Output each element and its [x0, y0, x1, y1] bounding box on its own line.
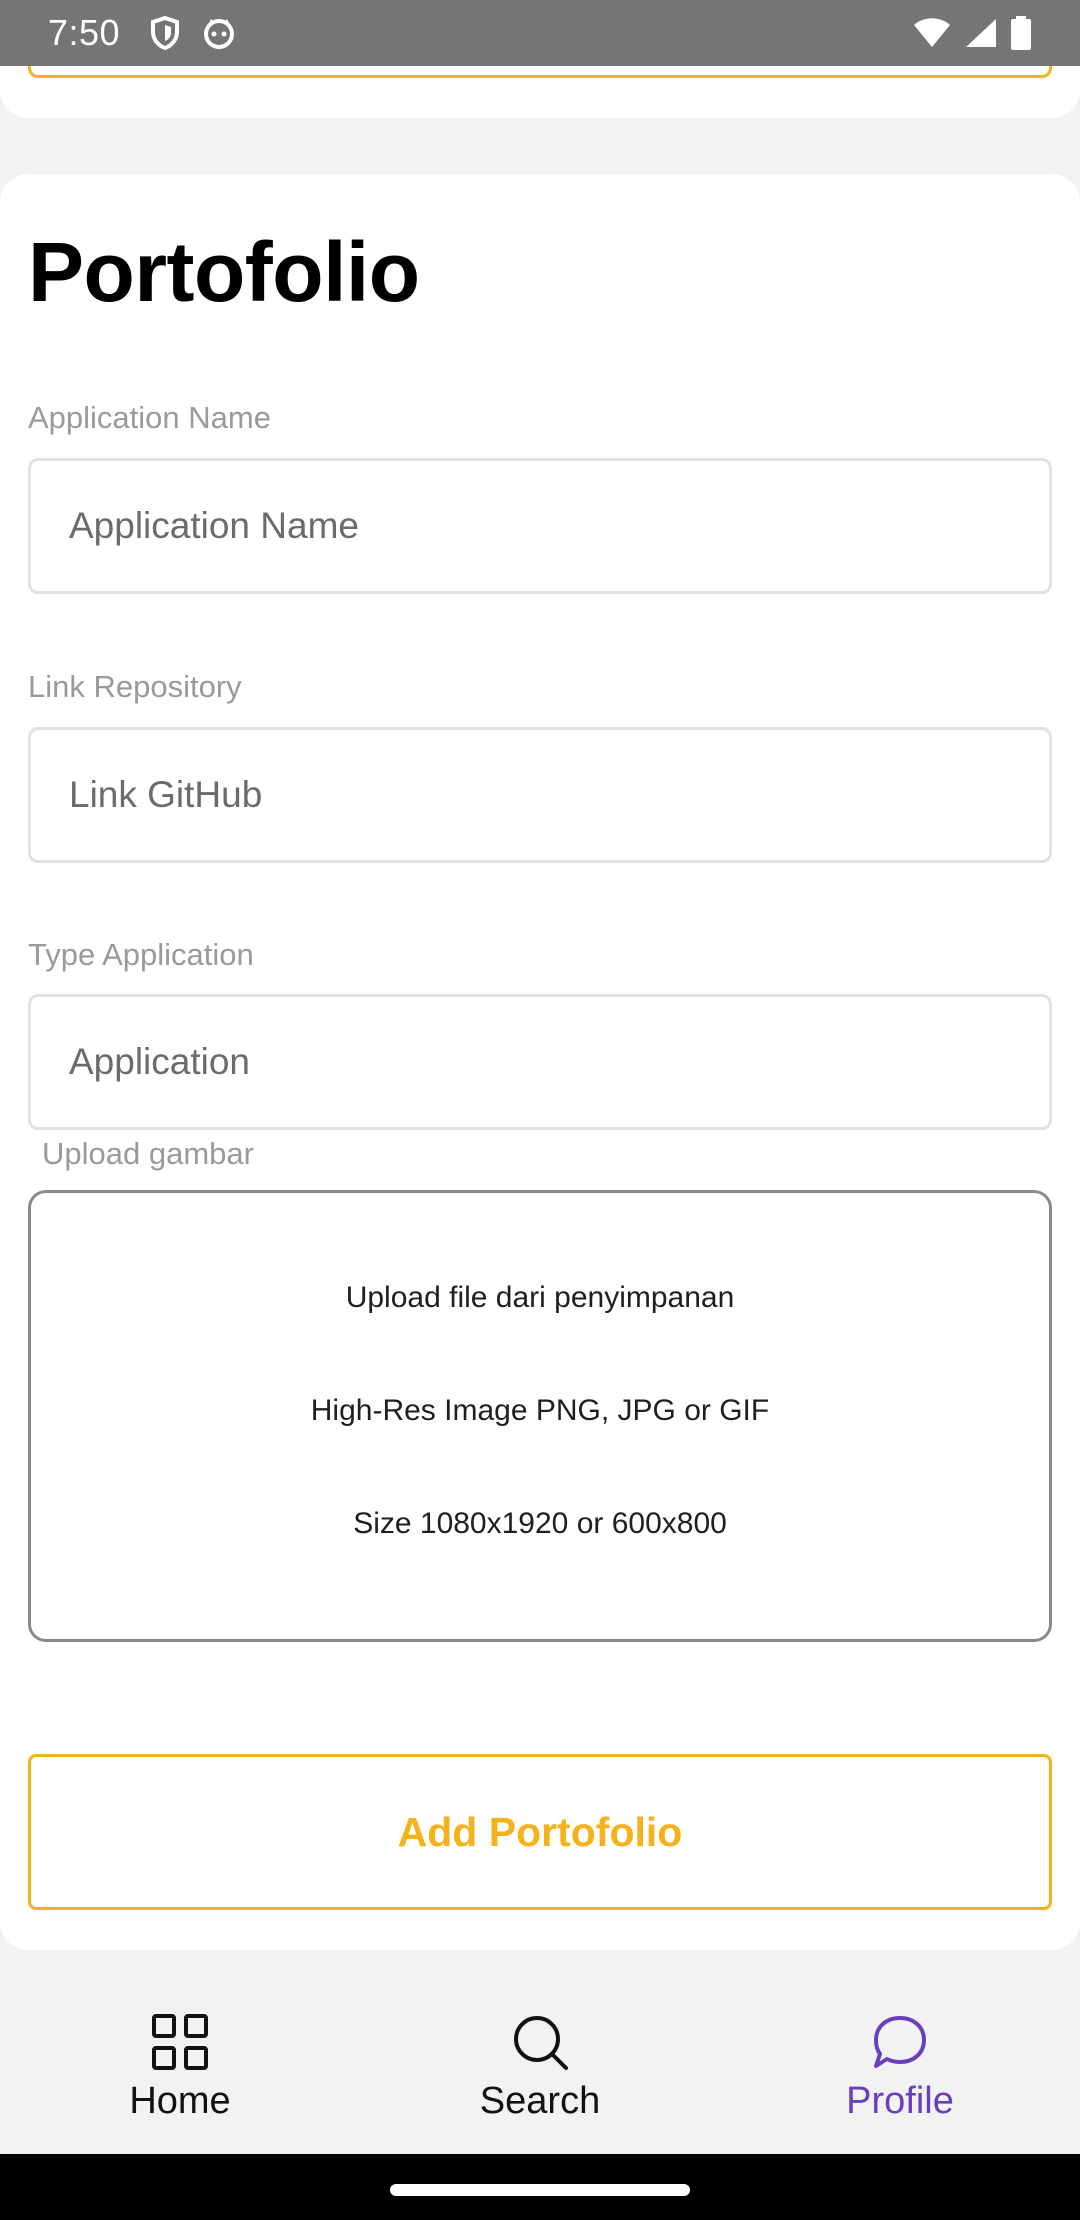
gesture-bar-area — [0, 2154, 1080, 2220]
nav-item-search[interactable]: Search — [360, 1952, 720, 2154]
add-portfolio-button[interactable]: Add Portofolio — [28, 1754, 1052, 1910]
battery-icon — [1010, 16, 1032, 50]
upload-size-hint: Size 1080x1920 or 600x800 — [353, 1507, 727, 1540]
home-gesture-handle[interactable] — [390, 2184, 690, 2196]
repo-link-label: Link Repository — [28, 669, 242, 704]
signal-icon — [964, 17, 998, 49]
status-bar: 7:50 — [0, 0, 1080, 66]
cat-face-icon — [202, 17, 236, 49]
upload-label: Upload gambar — [42, 1136, 254, 1171]
nav-label-profile: Profile — [846, 2080, 954, 2122]
search-icon — [510, 2012, 570, 2072]
chat-bubble-icon — [870, 2012, 930, 2072]
previous-section-card — [0, 66, 1080, 118]
portfolio-card: Portofolio Application Name Link Reposit… — [0, 174, 1080, 1950]
page-title: Portofolio — [28, 225, 420, 319]
app-type-label: Type Application — [28, 937, 254, 972]
previous-field-edge — [28, 66, 1052, 78]
nav-item-profile[interactable]: Profile — [720, 1952, 1080, 2154]
status-left-icons — [150, 16, 236, 50]
nav-item-home[interactable]: Home — [0, 1952, 360, 2154]
wifi-icon — [912, 17, 952, 49]
upload-format-hint: High-Res Image PNG, JPG or GIF — [310, 1394, 770, 1427]
grid-icon — [150, 2012, 210, 2072]
upload-instruction: Upload file dari penyimpanan — [345, 1281, 735, 1314]
repo-link-input[interactable] — [28, 727, 1052, 863]
bottom-navigation: Home Search Profile — [0, 1952, 1080, 2154]
status-right-icons — [912, 16, 1032, 50]
app-type-input[interactable] — [28, 994, 1052, 1130]
app-name-label: Application Name — [28, 400, 271, 435]
shield-icon — [150, 16, 180, 50]
nav-label-home: Home — [129, 2080, 231, 2122]
nav-label-search: Search — [479, 2080, 601, 2122]
image-upload-dropzone[interactable]: Upload file dari penyimpanan High-Res Im… — [28, 1190, 1052, 1642]
app-name-input[interactable] — [28, 458, 1052, 594]
status-time: 7:50 — [48, 12, 121, 53]
